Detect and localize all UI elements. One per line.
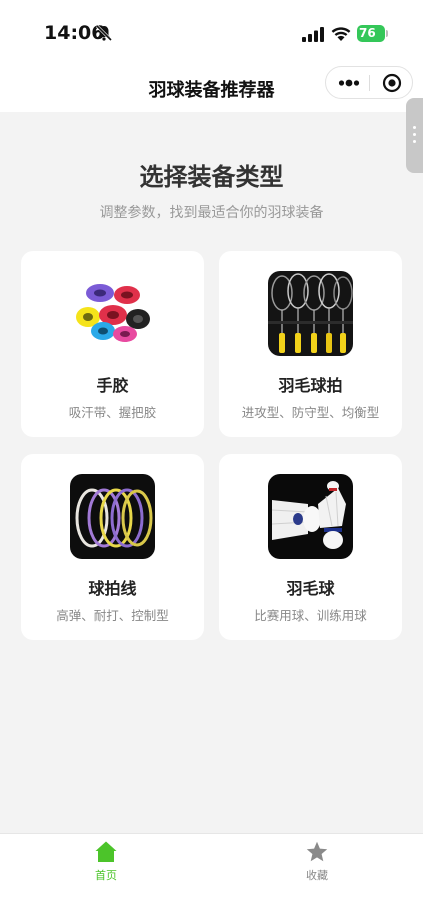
rackets-image <box>268 271 353 356</box>
more-icon[interactable] <box>338 77 360 89</box>
card-title: 手胶 <box>96 376 129 395</box>
card-title: 羽毛球拍 <box>278 376 343 395</box>
card-description: 吸汗带、握把胶 <box>68 405 157 420</box>
bell-slash-icon <box>95 24 113 42</box>
home-icon <box>95 841 117 862</box>
section-heading: 选择装备类型 <box>139 163 284 191</box>
category-card-racket[interactable]: 羽毛球拍 进攻型、防守型、均衡型 <box>219 251 402 437</box>
category-card-shuttlecock[interactable]: 羽毛球 比赛用球、训练用球 <box>219 454 402 640</box>
grip-tape-image <box>70 271 155 356</box>
category-card-string[interactable]: 球拍线 高弹、耐打、控制型 <box>21 454 204 640</box>
capsule-divider <box>369 75 370 91</box>
bottom-tab-bar: 首页 收藏 <box>0 833 423 920</box>
card-title: 球拍线 <box>88 579 137 598</box>
card-description: 进攻型、防守型、均衡型 <box>241 405 380 420</box>
battery-tip <box>386 30 388 37</box>
wifi-icon <box>331 27 351 41</box>
star-icon <box>306 841 328 862</box>
shuttlecock-image <box>268 474 353 559</box>
mini-program-capsule <box>325 66 413 99</box>
battery-indicator: 76 <box>357 25 385 42</box>
card-title: 羽毛球 <box>286 579 335 598</box>
category-card-grip[interactable]: 手胶 吸汗带、握把胶 <box>21 251 204 437</box>
top-bar: 14:06 76 羽球装备推荐器 <box>0 0 423 112</box>
tab-home-label: 首页 <box>95 869 117 882</box>
target-icon[interactable] <box>382 73 402 93</box>
tab-favorites-label: 收藏 <box>306 869 328 882</box>
tab-home[interactable]: 首页 <box>66 840 146 886</box>
status-bar: 14:06 76 <box>0 0 423 62</box>
signal-icon <box>302 27 324 42</box>
card-description: 比赛用球、训练用球 <box>254 608 367 623</box>
tab-favorites[interactable]: 收藏 <box>277 840 357 886</box>
card-description: 高弹、耐打、控制型 <box>56 608 169 623</box>
section-subheading: 调整参数，找到最适合你的羽球装备 <box>99 205 324 221</box>
strings-image <box>70 474 155 559</box>
